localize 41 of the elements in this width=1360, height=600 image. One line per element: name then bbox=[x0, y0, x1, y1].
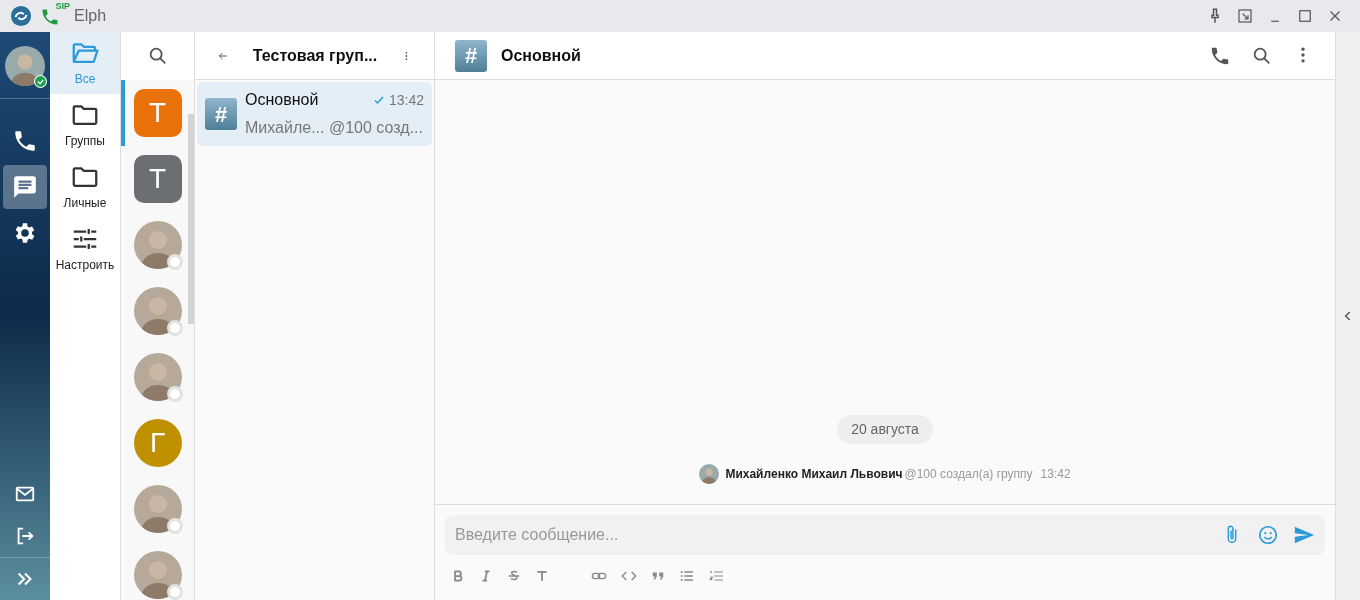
message-field[interactable]: Введите сообщение... bbox=[445, 515, 1325, 555]
resize-icon[interactable] bbox=[1236, 7, 1254, 25]
chat-title: Основной bbox=[245, 90, 320, 110]
chat-list-item[interactable]: # Основной 13:42 Михайле... @100 созд... bbox=[197, 82, 432, 146]
window-title: Elph bbox=[74, 6, 107, 26]
phone-icon bbox=[12, 128, 38, 154]
strikethrough-icon[interactable] bbox=[507, 569, 521, 583]
chat-icon bbox=[12, 174, 38, 200]
group-avatar[interactable]: Т bbox=[133, 155, 182, 203]
contact-avatar[interactable] bbox=[133, 485, 182, 533]
date-chip: 20 августа bbox=[837, 415, 933, 444]
send-icon[interactable] bbox=[1293, 524, 1315, 546]
profile-avatar[interactable] bbox=[5, 46, 45, 86]
folder-tab[interactable]: Настроить bbox=[50, 218, 120, 280]
folder-tab[interactable]: Личные bbox=[50, 156, 120, 218]
chat-preview: Михайле... @100 созд... bbox=[245, 118, 424, 138]
smiley-icon[interactable] bbox=[1257, 524, 1279, 546]
contact-avatar[interactable] bbox=[133, 353, 182, 401]
author-name: Михайленко Михаил Львович bbox=[725, 466, 903, 483]
event-text: @100 создал(а) группу bbox=[904, 466, 1033, 483]
author-avatar bbox=[699, 464, 720, 484]
bulleted-list-icon[interactable] bbox=[679, 568, 695, 584]
phone-icon bbox=[40, 7, 60, 27]
maximize-icon[interactable] bbox=[1296, 7, 1314, 25]
sip-label: SIP bbox=[55, 2, 70, 11]
contact-avatar[interactable] bbox=[133, 551, 182, 599]
heading-icon[interactable] bbox=[535, 569, 549, 583]
contact-avatar[interactable] bbox=[133, 221, 182, 269]
chat-time: 13:42 bbox=[388, 90, 424, 110]
channel-badge: # bbox=[455, 39, 487, 72]
channel-badge: # bbox=[205, 98, 237, 130]
chat-tab[interactable] bbox=[3, 165, 47, 209]
numbered-list-icon[interactable] bbox=[709, 568, 725, 584]
channel-title: Основной bbox=[501, 45, 582, 66]
folder-tab[interactable]: Группы bbox=[50, 94, 120, 156]
group-title: Тестовая груп... bbox=[252, 45, 378, 66]
contact-avatar[interactable] bbox=[133, 287, 182, 335]
app-logo-icon bbox=[10, 5, 32, 27]
event-time: 13:42 bbox=[1040, 466, 1071, 483]
bold-icon[interactable] bbox=[451, 569, 465, 583]
message-input[interactable]: Введите сообщение... bbox=[455, 523, 1207, 547]
